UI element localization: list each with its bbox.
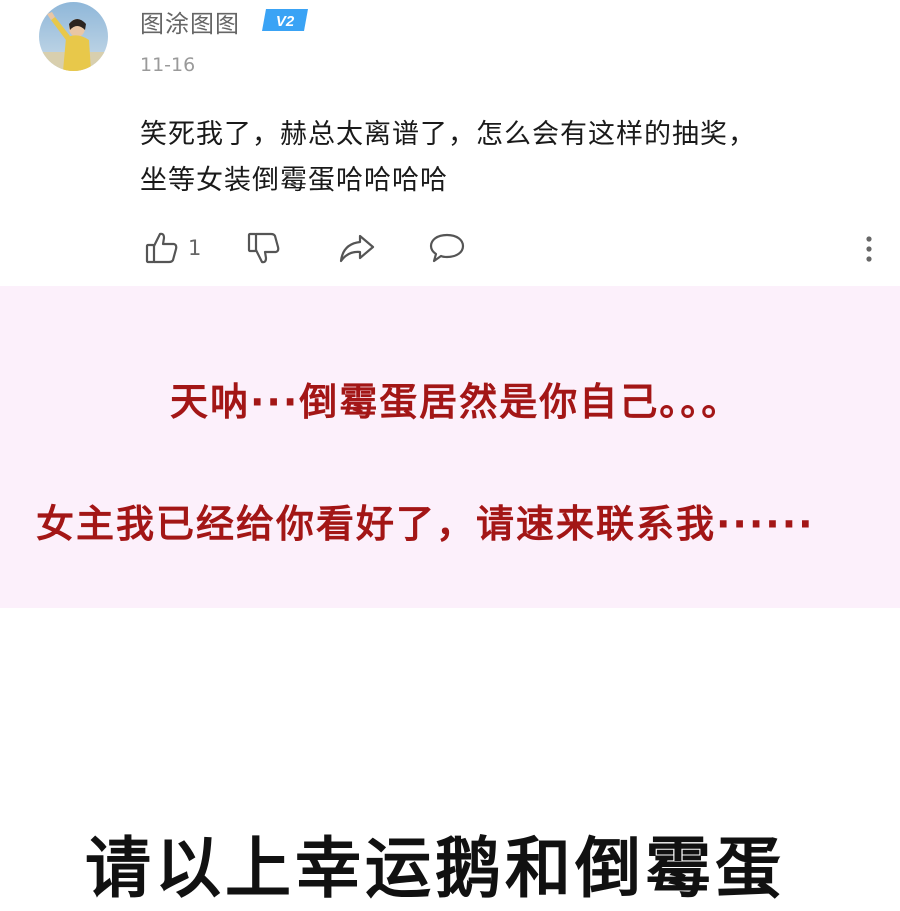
caption-line: 天呐···倒霉蛋居然是你自己。。。 (170, 380, 742, 424)
speech-bubble-icon (428, 230, 466, 266)
thumbs-up-icon (144, 230, 180, 266)
share-button[interactable] (338, 226, 376, 270)
more-options-button[interactable] (862, 226, 876, 270)
comment-date: 11-16 (140, 54, 196, 76)
comment-line: 笑死我了，赫总太离谱了，怎么会有这样的抽奖， (140, 119, 756, 150)
user-avatar[interactable] (39, 2, 108, 71)
comment-actions: 1 (140, 226, 900, 270)
username[interactable]: 图涂图图 (140, 4, 240, 39)
comment-body: 笑死我了，赫总太离谱了，怎么会有这样的抽奖， 坐等女装倒霉蛋哈哈哈哈 (140, 112, 880, 204)
bottom-title: 请以上幸运鹅和倒霉蛋 (85, 830, 785, 907)
share-arrow-icon (338, 230, 376, 266)
svg-text:V2: V2 (276, 13, 295, 30)
more-vertical-icon (862, 230, 876, 266)
comment-card: 图涂图图 V2 11-16 笑死我了，赫总太离谱了，怎么会有这样的抽奖， 坐等女… (4, 0, 900, 286)
vip-level-badge: V2 (262, 9, 308, 31)
reply-button[interactable] (428, 226, 466, 270)
like-button[interactable]: 1 (144, 226, 201, 270)
caption-panel: 天呐···倒霉蛋居然是你自己。。。 女主我已经给你看好了，请速来联系我·····… (0, 286, 900, 608)
like-count: 1 (188, 236, 202, 260)
caption-line: 女主我已经给你看好了，请速来联系我······ (36, 502, 815, 546)
dislike-button[interactable] (246, 226, 282, 270)
comment-line: 坐等女装倒霉蛋哈哈哈哈 (140, 165, 448, 196)
thumbs-down-icon (246, 230, 282, 266)
